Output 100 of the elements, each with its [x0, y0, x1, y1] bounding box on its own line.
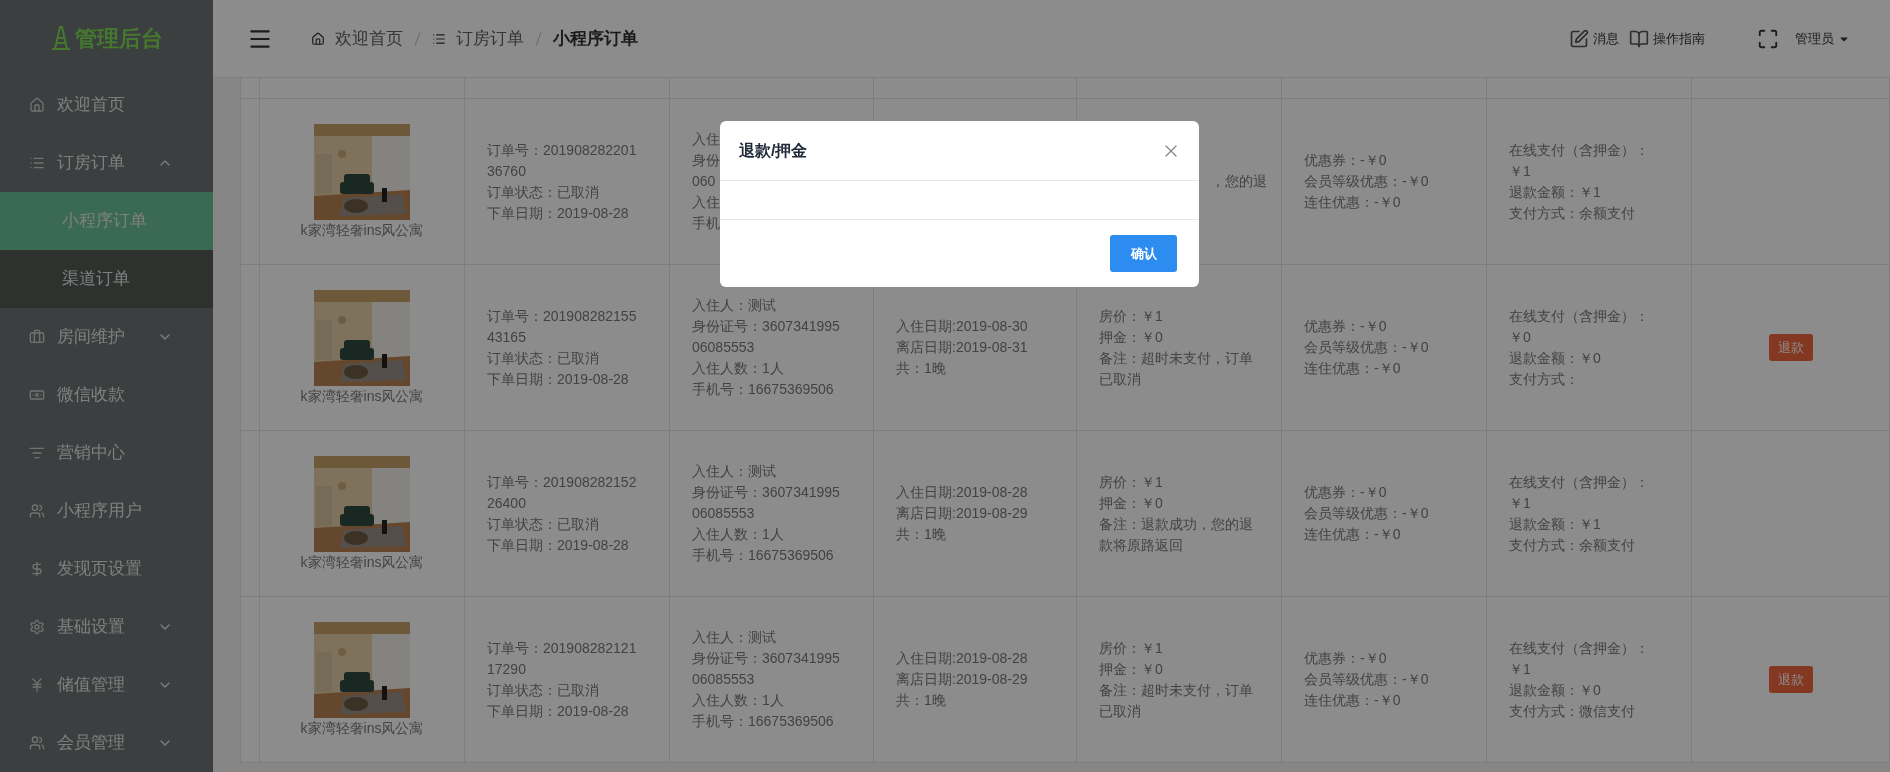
cell-text: 备注：超时未支付，订单已取消: [1099, 348, 1254, 389]
cell-text: 入住人：测试: [692, 296, 777, 315]
cell-text: 手机号：16675369506: [692, 712, 835, 731]
room-name: k家湾轻奢ins风公寓: [300, 386, 424, 406]
book-icon: [1629, 28, 1649, 49]
logo-text: 管理后台: [74, 24, 163, 53]
breadcrumb-item[interactable]: 订房订单: [456, 25, 524, 52]
header-link[interactable]: 消息: [1569, 28, 1619, 49]
cell-text: 身份证号：360734199506085553: [692, 483, 841, 523]
sidebar-item[interactable]: 房间维护: [0, 308, 213, 366]
cell-text: ，您的退: [1211, 172, 1267, 191]
cell-text: 备注：退款成功，您的退款将原路返回: [1099, 514, 1254, 555]
sidebar-item[interactable]: 营销中心: [0, 424, 213, 482]
cell-text: 在线支付（含押金）：￥0: [1509, 306, 1650, 347]
room-name: k家湾轻奢ins风公寓: [300, 552, 424, 572]
sidebar-item[interactable]: 基础设置: [0, 598, 213, 656]
home-icon: [311, 31, 325, 46]
cell-text: 优惠券：-￥0: [1304, 483, 1388, 502]
cell-text: 入住日期:2019-08-28: [896, 649, 1029, 668]
cell-text: 离店日期:2019-08-29: [896, 670, 1029, 689]
cell-text: 会员等级优惠：-￥0: [1304, 172, 1430, 191]
cell-text: 押金：￥0: [1099, 659, 1164, 679]
cell-text: 060: [692, 172, 717, 191]
user-menu[interactable]: 管理员: [1795, 28, 1850, 49]
cell-text: 身份证号：360734199506085553: [692, 317, 841, 357]
cell-text: 押金：￥0: [1099, 327, 1164, 347]
confirm-button[interactable]: 确认: [1110, 235, 1177, 272]
submenu-item[interactable]: 渠道订单: [0, 250, 213, 308]
cell-text: 退款金额：￥1: [1509, 514, 1602, 534]
cell-text: 优惠券：-￥0: [1304, 151, 1388, 170]
cell-text: 退款金额：￥0: [1509, 680, 1602, 700]
cell-text: 押金：￥0: [1099, 493, 1164, 513]
cell-text: 房价：￥1: [1099, 472, 1164, 492]
cell-text: 订单状态：已取消: [487, 680, 600, 700]
cell-text: 房价：￥1: [1099, 306, 1164, 326]
cell-text: 入住人：测试: [692, 628, 777, 647]
cell-text: 手机号：16675369506: [692, 380, 835, 399]
cell-text: 离店日期:2019-08-31: [896, 338, 1029, 357]
cell-text: 会员等级优惠：-￥0: [1304, 338, 1430, 357]
cell-text: 共：1晚: [896, 691, 947, 710]
cell-text: 在线支付（含押金）：￥1: [1509, 472, 1650, 513]
cell-text: 支付方式：余额支付: [1509, 535, 1636, 555]
cell-text: 共：1晚: [896, 525, 947, 544]
cell-text: 备注：超时未支付，订单已取消: [1099, 680, 1254, 721]
cell-text: 离店日期:2019-08-29: [896, 504, 1029, 523]
cell-text: 订单号：20190828215226400: [487, 472, 638, 513]
fullscreen-icon[interactable]: [1757, 27, 1779, 50]
cell-text: 连住优惠：-￥0: [1304, 193, 1402, 212]
cell-text: 退款金额：￥1: [1509, 182, 1602, 202]
cell-text: 订单号：20190828212117290: [487, 638, 638, 679]
sidebar-item[interactable]: 储值管理: [0, 656, 213, 714]
cell-text: 入住: [692, 130, 721, 149]
room-name: k家湾轻奢ins风公寓: [300, 718, 424, 738]
cell-text: 订单状态：已取消: [487, 348, 600, 368]
breadcrumb-item: 小程序订单: [553, 27, 638, 50]
cell-text: 支付方式：微信支付: [1509, 701, 1636, 721]
cell-text: 入住人数：1人: [692, 359, 785, 378]
cell-text: 在线支付（含押金）：￥1: [1509, 140, 1650, 181]
sidebar-item[interactable]: 小程序用户: [0, 482, 213, 540]
cell-text: 身份证号：360734199506085553: [692, 649, 841, 689]
cell-text: 在线支付（含押金）：￥1: [1509, 638, 1650, 679]
cell-text: 订单状态：已取消: [487, 514, 600, 534]
cell-text: 手机号：16675369506: [692, 546, 835, 565]
sidebar-item[interactable]: 会员管理: [0, 714, 213, 772]
breadcrumb-item[interactable]: 欢迎首页: [335, 25, 403, 52]
tower-icon: [50, 26, 71, 50]
cell-text: 下单日期：2019-08-28: [487, 535, 630, 555]
cell-text: 入住: [692, 193, 721, 212]
cell-text: 订单状态：已取消: [487, 182, 600, 202]
cell-text: 订单号：20190828220136760: [487, 140, 638, 181]
cell-text: 手机: [692, 214, 721, 233]
cell-text: 入住日期:2019-08-30: [896, 317, 1029, 336]
edit-icon: [1569, 28, 1589, 49]
cell-text: 下单日期：2019-08-28: [487, 203, 630, 223]
cell-text: 支付方式：余额支付: [1509, 203, 1636, 223]
cell-text: 连住优惠：-￥0: [1304, 525, 1402, 544]
submenu-item[interactable]: 小程序订单: [0, 192, 213, 250]
cell-text: 共：1晚: [896, 359, 947, 378]
cell-text: 入住人：测试: [692, 462, 777, 481]
cell-text: 支付方式：: [1509, 369, 1580, 389]
cell-text: 订单号：20190828215543165: [487, 306, 638, 347]
cell-text: 退款金额：￥0: [1509, 348, 1602, 368]
cell-text: 会员等级优惠：-￥0: [1304, 670, 1430, 689]
cell-text: 入住人数：1人: [692, 691, 785, 710]
sidebar-item[interactable]: 欢迎首页: [0, 76, 213, 134]
refund-button[interactable]: 退款: [1768, 334, 1813, 361]
refund-button[interactable]: 退款: [1768, 666, 1813, 693]
sidebar-item[interactable]: 发现页设置: [0, 540, 213, 598]
cell-text: 房价：￥1: [1099, 638, 1164, 658]
sidebar-item[interactable]: 微信收款: [0, 366, 213, 424]
cell-text: 入住日期:2019-08-28: [896, 483, 1029, 502]
cell-text: 连住优惠：-￥0: [1304, 359, 1402, 378]
room-name: k家湾轻奢ins风公寓: [300, 220, 424, 240]
list-icon: [432, 31, 446, 46]
cell-text: 优惠券：-￥0: [1304, 649, 1388, 668]
cell-text: 优惠券：-￥0: [1304, 317, 1388, 336]
cell-text: 下单日期：2019-08-28: [487, 701, 630, 721]
cell-text: 入住人数：1人: [692, 525, 785, 544]
header-link[interactable]: 操作指南: [1629, 28, 1705, 49]
sidebar-item[interactable]: 订房订单: [0, 134, 213, 192]
